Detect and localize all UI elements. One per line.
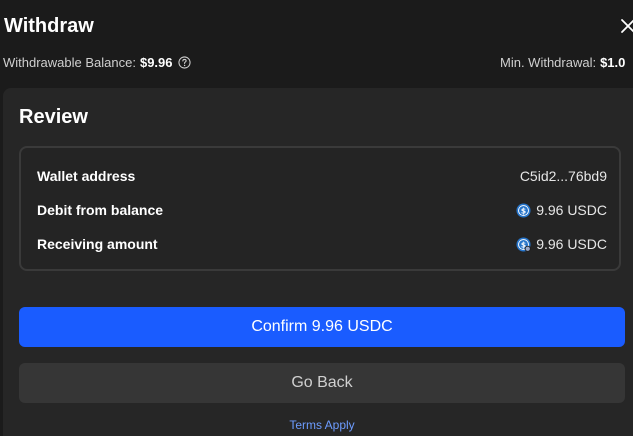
receiving-value: $ 9.96 USDC bbox=[516, 236, 607, 252]
balance-row: Withdrawable Balance: $9.96 Min. Withdra… bbox=[3, 55, 633, 73]
modal-title: Withdraw bbox=[4, 14, 94, 37]
debit-value: $ 9.96 USDC bbox=[516, 202, 607, 218]
close-icon bbox=[621, 19, 633, 33]
receiving-amount: 9.96 USDC bbox=[536, 236, 607, 252]
withdrawable-balance-value: $9.96 bbox=[139, 55, 173, 70]
min-withdrawal-label: Min. Withdrawal: bbox=[500, 55, 597, 70]
review-title: Review bbox=[19, 106, 88, 128]
withdrawable-balance-label: Withdrawable Balance: bbox=[3, 55, 136, 70]
withdraw-modal: Withdraw Withdrawable Balance: $9.96 Min… bbox=[0, 0, 633, 436]
wallet-address-label: Wallet address bbox=[37, 168, 136, 184]
confirm-button[interactable]: Confirm 9.96 USDC bbox=[19, 307, 625, 347]
debit-amount: 9.96 USDC bbox=[536, 202, 607, 218]
usdc-coin-network-icon: $ bbox=[516, 236, 531, 252]
help-icon[interactable] bbox=[177, 56, 191, 69]
receiving-label: Receiving amount bbox=[37, 236, 158, 252]
detail-row-wallet-address: Wallet address C5id2...76bd9 bbox=[37, 168, 607, 188]
withdrawable-balance: Withdrawable Balance: $9.96 bbox=[3, 55, 191, 70]
wallet-address-text: C5id2...76bd9 bbox=[519, 168, 607, 184]
usdc-coin-icon: $ bbox=[516, 202, 531, 218]
min-withdrawal: Min. Withdrawal: $1.0 bbox=[500, 55, 625, 70]
review-details: Wallet address C5id2...76bd9 Debit from … bbox=[19, 146, 621, 271]
svg-text:$: $ bbox=[521, 206, 526, 215]
modal-header: Withdraw bbox=[4, 12, 94, 40]
wallet-address-value: C5id2...76bd9 bbox=[520, 168, 607, 184]
terms-link[interactable]: Terms Apply bbox=[3, 418, 633, 432]
review-panel: Review Wallet address C5id2...76bd9 Debi… bbox=[3, 88, 633, 436]
close-button[interactable] bbox=[618, 16, 633, 36]
debit-label: Debit from balance bbox=[37, 202, 164, 218]
go-back-button[interactable]: Go Back bbox=[19, 363, 625, 403]
detail-row-receiving: Receiving amount $ 9.96 USDC bbox=[37, 236, 607, 256]
min-withdrawal-value: $1.0 bbox=[600, 55, 626, 70]
detail-row-debit: Debit from balance $ 9.96 USDC bbox=[37, 202, 607, 222]
